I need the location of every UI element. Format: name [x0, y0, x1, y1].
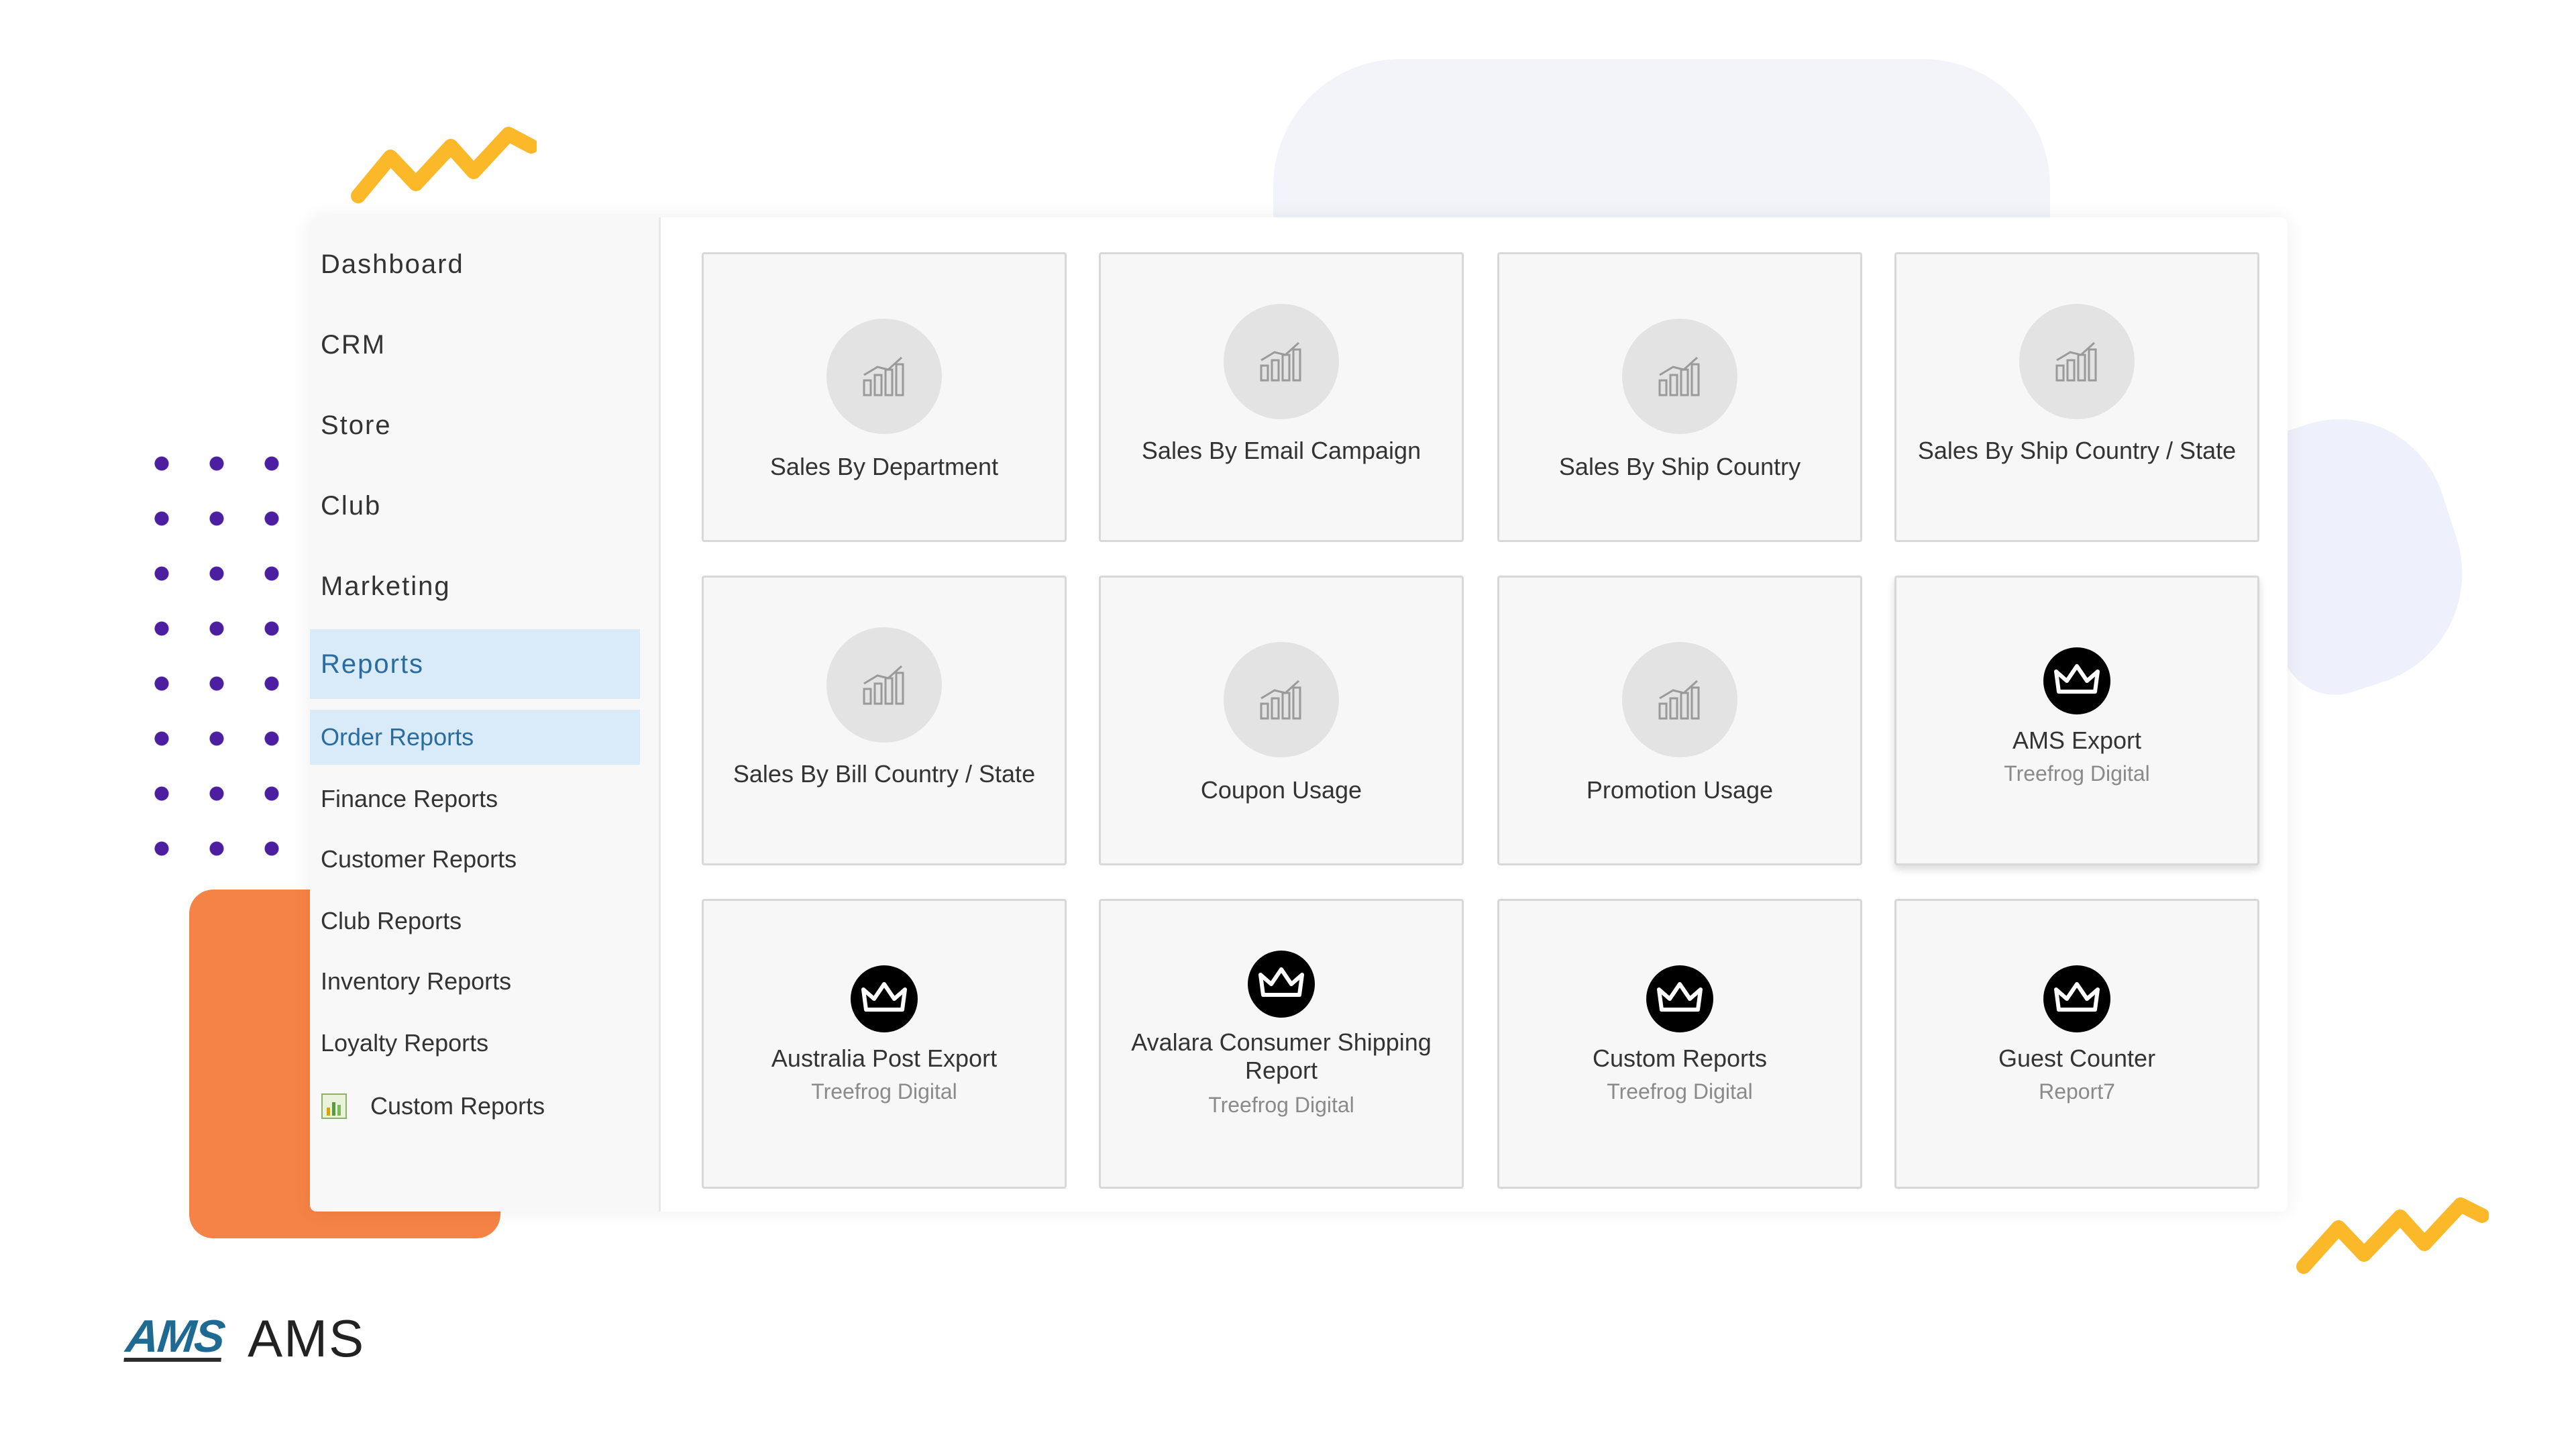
- report-title: Sales By Email Campaign: [1141, 437, 1421, 464]
- subnav-item-label: Loyalty Reports: [321, 1029, 489, 1057]
- report-title: Sales By Department: [769, 453, 999, 480]
- report-title: Sales By Ship Country / State: [1917, 437, 2237, 464]
- chart-icon: [826, 319, 942, 434]
- crown-icon: [1646, 965, 1713, 1032]
- chart-icon: [826, 627, 942, 743]
- report-tile[interactable]: Guest Counter Report7: [1894, 899, 2259, 1189]
- subnav-item-label: Order Reports: [321, 723, 474, 751]
- subnav-item-label: Finance Reports: [321, 785, 498, 812]
- brand: AMS AMS: [123, 1308, 366, 1368]
- subnav-item-label: Custom Reports: [370, 1092, 545, 1120]
- subnav-item-customer-reports[interactable]: Customer Reports: [310, 832, 640, 887]
- nav-item-label: Store: [321, 410, 392, 440]
- subnav-item-label: Club Reports: [321, 907, 462, 934]
- report-title: Avalara Consumer Shipping Report: [1131, 1028, 1432, 1084]
- chart-icon: [2019, 304, 2135, 419]
- report-tile[interactable]: Australia Post Export Treefrog Digital: [702, 899, 1067, 1189]
- report-author: Treefrog Digital: [2004, 761, 2150, 786]
- report-title: Sales By Ship Country: [1558, 453, 1801, 480]
- subnav-item-custom-reports[interactable]: Custom Reports: [310, 1079, 640, 1134]
- report-tile[interactable]: Promotion Usage: [1497, 576, 1862, 865]
- nav-item-store[interactable]: Store: [310, 390, 640, 460]
- report-tile[interactable]: Sales By Department: [702, 252, 1067, 542]
- subnav-item-label: Customer Reports: [321, 845, 517, 873]
- report-tile[interactable]: AMS Export Treefrog Digital: [1894, 576, 2259, 865]
- crown-icon: [851, 965, 918, 1032]
- subnav-item-inventory-reports[interactable]: Inventory Reports: [310, 954, 640, 1009]
- app-window: Dashboard CRM Store Club Marketing Repor…: [310, 217, 2288, 1212]
- brand-logo: AMS: [123, 1311, 227, 1362]
- report-tile[interactable]: Sales By Ship Country: [1497, 252, 1862, 542]
- nav-item-label: Club: [321, 490, 382, 521]
- report-author: Treefrog Digital: [1208, 1093, 1354, 1117]
- spreadsheet-chart-icon: [321, 1093, 347, 1119]
- nav-item-label: Marketing: [321, 571, 451, 601]
- report-author: Treefrog Digital: [811, 1079, 957, 1104]
- dot-grid-decoration: [134, 436, 282, 892]
- nav-item-label: Dashboard: [321, 249, 464, 279]
- nav-item-club[interactable]: Club: [310, 471, 640, 541]
- report-title: Guest Counter: [1998, 1044, 2156, 1072]
- subnav-item-club-reports[interactable]: Club Reports: [310, 894, 640, 949]
- crown-icon: [2043, 647, 2110, 714]
- report-title: Custom Reports: [1592, 1044, 1768, 1072]
- subnav-item-label: Inventory Reports: [321, 967, 512, 995]
- report-tile[interactable]: Sales By Ship Country / State: [1894, 252, 2259, 542]
- chart-icon: [1622, 642, 1737, 757]
- sidebar: Dashboard CRM Store Club Marketing Repor…: [310, 217, 661, 1212]
- report-title: AMS Export: [2012, 727, 2142, 754]
- report-author: Treefrog Digital: [1607, 1079, 1753, 1104]
- report-tile[interactable]: Custom Reports Treefrog Digital: [1497, 899, 1862, 1189]
- chart-icon: [1224, 642, 1339, 757]
- report-title: Sales By Bill Country / State: [733, 760, 1036, 788]
- subnav-item-finance-reports[interactable]: Finance Reports: [310, 771, 640, 826]
- subnav-item-order-reports[interactable]: Order Reports: [310, 710, 640, 765]
- report-title: Promotion Usage: [1586, 776, 1774, 804]
- zigzag-decoration: [2296, 1197, 2489, 1274]
- nav-item-reports[interactable]: Reports: [310, 629, 640, 699]
- report-tile[interactable]: Avalara Consumer Shipping Report Treefro…: [1099, 899, 1464, 1189]
- crown-icon: [2043, 965, 2110, 1032]
- nav-item-marketing[interactable]: Marketing: [310, 551, 640, 621]
- crown-icon: [1248, 951, 1315, 1018]
- chart-icon: [1622, 319, 1737, 434]
- report-title: Australia Post Export: [771, 1044, 998, 1072]
- report-tile[interactable]: Sales By Email Campaign: [1099, 252, 1464, 542]
- nav-item-label: CRM: [321, 329, 386, 360]
- report-tile[interactable]: Sales By Bill Country / State: [702, 576, 1067, 865]
- nav-item-crm[interactable]: CRM: [310, 310, 640, 380]
- report-title: Coupon Usage: [1200, 776, 1362, 804]
- brand-name: AMS: [248, 1308, 366, 1368]
- nav-item-label: Reports: [321, 649, 425, 679]
- chart-icon: [1224, 304, 1339, 419]
- subnav-item-loyalty-reports[interactable]: Loyalty Reports: [310, 1016, 640, 1071]
- report-author: Report7: [2039, 1079, 2115, 1104]
- zigzag-decoration: [351, 127, 537, 203]
- nav-item-dashboard[interactable]: Dashboard: [310, 229, 640, 299]
- report-tile[interactable]: Coupon Usage: [1099, 576, 1464, 865]
